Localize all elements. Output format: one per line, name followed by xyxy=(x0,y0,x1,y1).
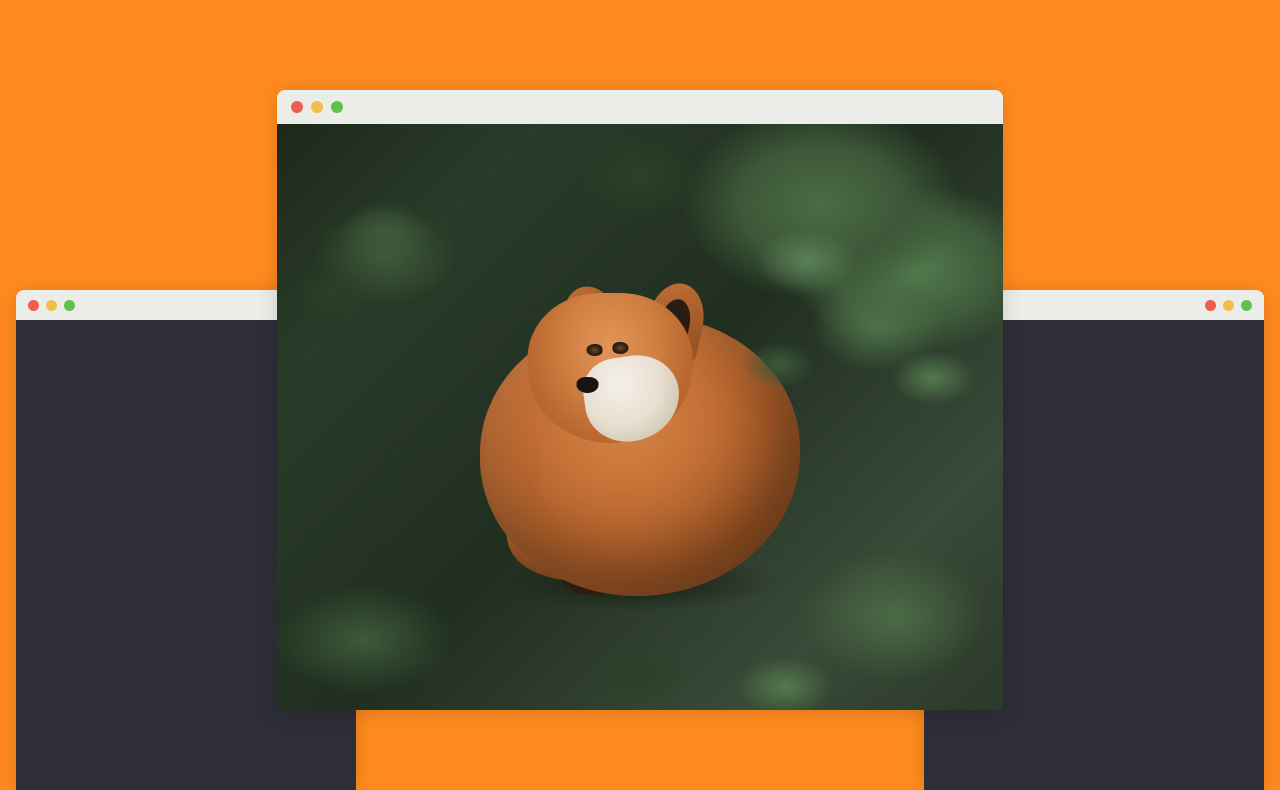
fox-eye-left xyxy=(586,344,602,356)
minimize-icon[interactable] xyxy=(1223,300,1234,311)
minimize-icon[interactable] xyxy=(46,300,57,311)
window-body-center xyxy=(277,124,1003,710)
fox-head xyxy=(527,293,692,443)
titlebar-center xyxy=(277,90,1003,124)
fox-nose xyxy=(577,377,599,393)
browser-window-center xyxy=(277,90,1003,710)
minimize-icon[interactable] xyxy=(311,101,323,113)
pine-branch-left xyxy=(277,153,457,353)
fox-eye-right xyxy=(613,342,629,354)
fox-photograph xyxy=(277,124,1003,710)
close-icon[interactable] xyxy=(28,300,39,311)
maximize-icon[interactable] xyxy=(331,101,343,113)
close-icon[interactable] xyxy=(1205,300,1216,311)
pine-branch-right xyxy=(723,183,1003,443)
maximize-icon[interactable] xyxy=(64,300,75,311)
close-icon[interactable] xyxy=(291,101,303,113)
maximize-icon[interactable] xyxy=(1241,300,1252,311)
